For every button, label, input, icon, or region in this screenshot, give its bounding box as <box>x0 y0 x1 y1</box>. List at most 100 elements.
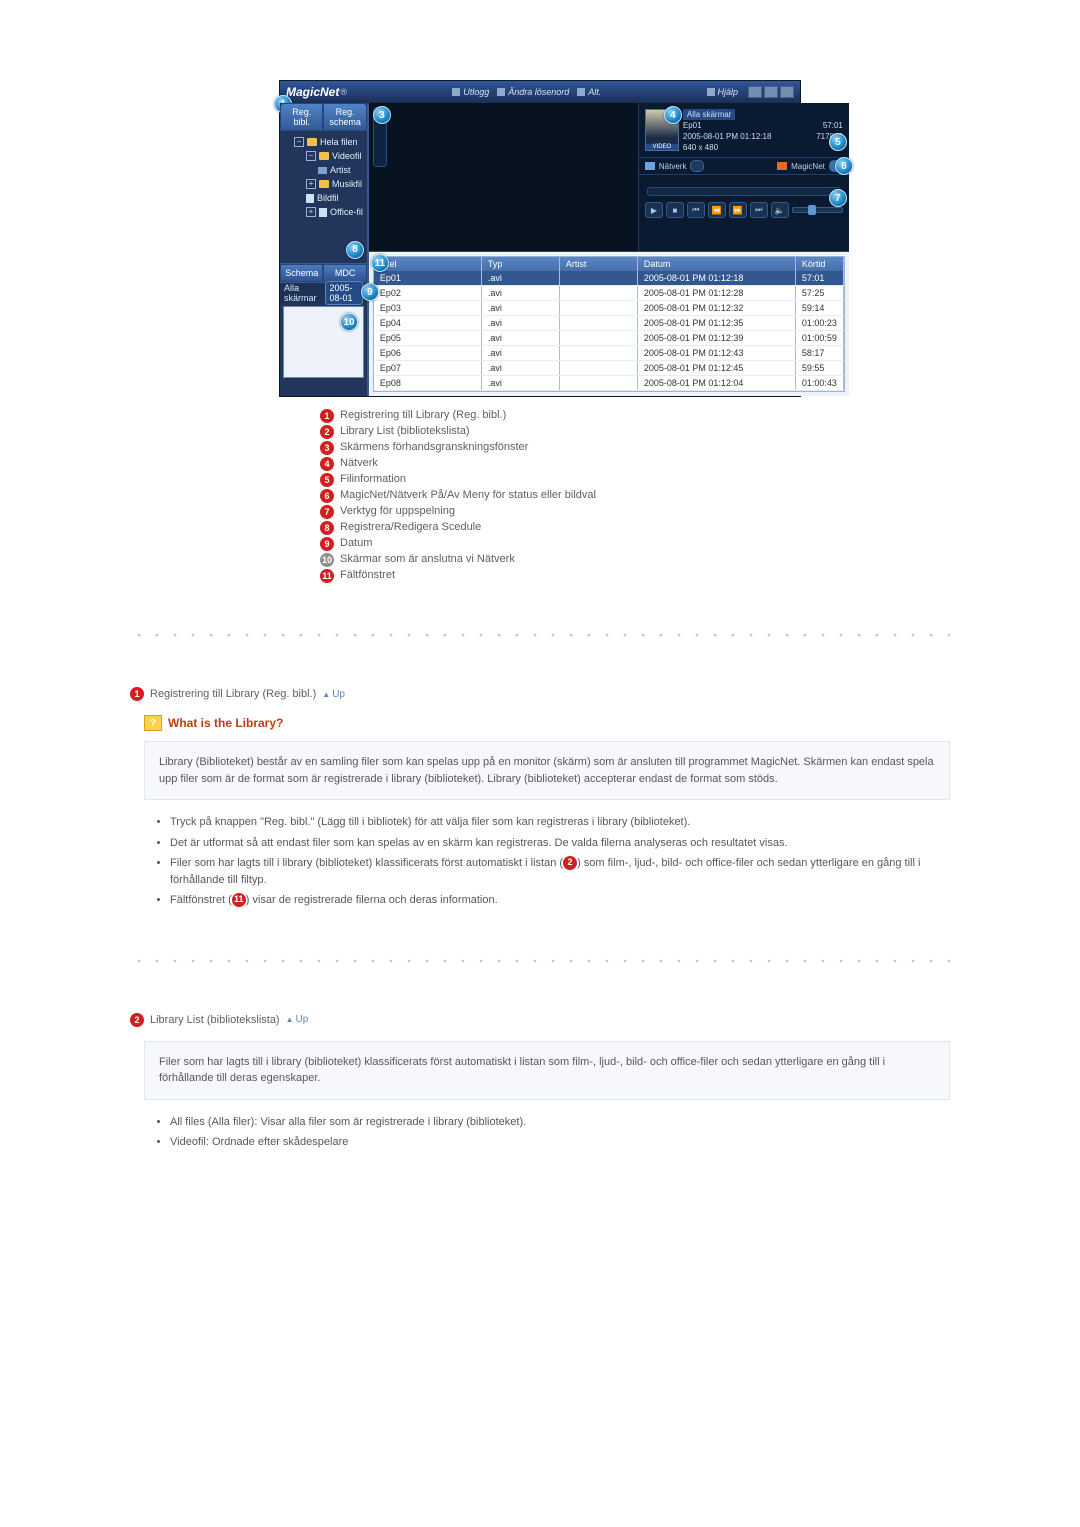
table-row[interactable]: Ep06.avi2005-08-01 PM 01:12:4358:17 <box>374 346 844 361</box>
legend-list: 1Registrering till Library (Reg. bibl.)2… <box>240 409 840 583</box>
all-screens-label: Alla skärmar <box>284 283 317 303</box>
section1-bullets: Tryck på knappen "Reg. bibl." (Lägg till… <box>170 814 950 909</box>
table-row[interactable]: Ep04.avi2005-08-01 PM 01:12:3501:00:23 <box>374 316 844 331</box>
folder-icon <box>319 180 329 188</box>
table-row[interactable]: Ep01.avi2005-08-01 PM 01:12:1857:01 <box>374 271 844 286</box>
network-toggle[interactable] <box>690 160 704 172</box>
detail-duration: 57:01 <box>823 120 843 131</box>
next-track-button[interactable]: ⏭ <box>750 202 768 218</box>
marker-4: 4 <box>664 106 682 124</box>
rewind-button[interactable]: ⏪ <box>708 202 726 218</box>
maximize-icon[interactable] <box>764 86 778 98</box>
network-label: Nätverk <box>659 162 687 171</box>
help-icon <box>707 88 715 96</box>
legend-text: Library List (bibliotekslista) <box>340 425 470 437</box>
alt-button[interactable]: Alt. <box>577 87 601 97</box>
magicnet-label: MagicNet <box>791 162 825 171</box>
stop-button[interactable]: ■ <box>666 202 684 218</box>
close-icon[interactable] <box>780 86 794 98</box>
marker-11: 11 <box>371 254 389 272</box>
table-row[interactable]: Ep05.avi2005-08-01 PM 01:12:3901:00:59 <box>374 331 844 346</box>
table-row[interactable]: Ep07.avi2005-08-01 PM 01:12:4559:55 <box>374 361 844 376</box>
table-row[interactable]: Ep03.avi2005-08-01 PM 01:12:3259:14 <box>374 301 844 316</box>
bullet-item: Videofil: Ordnade efter skådespelare <box>170 1134 950 1151</box>
section-divider <box>130 959 950 963</box>
legend-badge: 5 <box>320 473 334 487</box>
legend-item: 4 Nätverk <box>320 457 840 471</box>
window-controls[interactable] <box>748 86 794 98</box>
schedule-panel[interactable]: 10 <box>283 306 364 378</box>
legend-badge: 9 <box>320 537 334 551</box>
marker-8: 8 <box>346 241 364 259</box>
legend-item: 6 MagicNet/Nätverk På/Av Meny för status … <box>320 489 840 503</box>
bullet-item: All files (Alla filer): Visar alla filer… <box>170 1114 950 1131</box>
monitor-icon <box>645 162 655 170</box>
table-row[interactable]: Ep02.avi2005-08-01 PM 01:12:2857:25 <box>374 286 844 301</box>
legend-item: 9 Datum <box>320 537 840 551</box>
logout-button[interactable]: Utlogg <box>452 87 489 97</box>
volume-button[interactable]: 🔈 <box>771 202 789 218</box>
library-tree[interactable]: −Hela filen −Videofil Artist +Musikfil B… <box>280 131 367 263</box>
section2-infobox: Filer som har lagts till i library (bibl… <box>144 1041 950 1100</box>
tab-reg-bibl[interactable]: Reg. bibl. <box>280 103 323 131</box>
forward-button[interactable]: ⏩ <box>729 202 747 218</box>
tab-reg-schema[interactable]: Reg. schema <box>323 103 366 131</box>
marker-10: 10 <box>340 313 358 331</box>
office-file-icon <box>319 208 327 217</box>
help-button[interactable]: Hjälp <box>707 87 739 97</box>
col-title[interactable]: Titel <box>374 257 482 271</box>
legend-text: Datum <box>340 537 372 549</box>
legend-text: MagicNet/Nätverk På/Av Meny för status e… <box>340 489 596 501</box>
table-header[interactable]: Titel Typ Artist Datum Körtid <box>374 257 844 271</box>
change-password-button[interactable]: Ändra lösenord <box>497 87 569 97</box>
col-date[interactable]: Datum <box>638 257 796 271</box>
legend-text: Nätverk <box>340 457 378 469</box>
badge-1: 1 <box>130 687 144 701</box>
magicnet-icon <box>777 162 787 170</box>
legend-text: Skärmar som är anslutna vi Nätverk <box>340 553 515 565</box>
inline-ref-2: 2 <box>563 856 577 870</box>
prev-track-button[interactable]: ⏮ <box>687 202 705 218</box>
table-body[interactable]: Ep01.avi2005-08-01 PM 01:12:1857:01Ep02.… <box>374 271 844 391</box>
alt-icon <box>577 88 585 96</box>
section1-heading: 1 Registrering till Library (Reg. bibl.)… <box>130 687 950 701</box>
legend-text: Registrering till Library (Reg. bibl.) <box>340 409 506 421</box>
artist-icon <box>318 167 327 174</box>
folder-icon <box>319 152 329 160</box>
titlebar: MagicNet ® Utlogg Ändra lösenord Alt. Hj… <box>280 81 800 103</box>
tree-toggle-icon[interactable]: + <box>306 207 316 217</box>
tree-toggle-icon[interactable]: − <box>294 137 304 147</box>
col-dur[interactable]: Körtid <box>796 257 844 271</box>
legend-badge: 7 <box>320 505 334 519</box>
tree-toggle-icon[interactable]: − <box>306 151 316 161</box>
volume-slider[interactable] <box>792 207 843 213</box>
legend-item: 3Skärmens förhandsgranskningsfönster <box>320 441 840 455</box>
progress-bar[interactable] <box>647 187 841 196</box>
legend-badge: 4 <box>320 457 334 471</box>
bullet-item: Tryck på knappen "Reg. bibl." (Lägg till… <box>170 814 950 831</box>
col-type[interactable]: Typ <box>482 257 560 271</box>
legend-text: Skärmens förhandsgranskningsfönster <box>340 441 528 453</box>
file-table-wrap: 11 Titel Typ Artist Datum Körtid Ep01.av… <box>369 251 849 396</box>
preview-pane: 3 <box>369 103 639 251</box>
tab-mdc[interactable]: MDC <box>323 264 366 282</box>
video-thumbnail[interactable]: 4 <box>645 109 679 151</box>
date-selector[interactable]: 2005-08-01 <box>325 281 363 305</box>
legend-badge: 10 <box>320 553 334 567</box>
table-row[interactable]: Ep08.avi2005-08-01 PM 01:12:0401:00:43 <box>374 376 844 391</box>
section2-heading: 2 Library List (bibliotekslista) Up <box>130 1013 950 1027</box>
col-artist[interactable]: Artist <box>560 257 638 271</box>
section1-infobox: Library (Biblioteket) består av en samli… <box>144 741 950 800</box>
minimize-icon[interactable] <box>748 86 762 98</box>
marker-6: 6 <box>835 157 853 175</box>
up-link[interactable]: Up <box>286 1014 309 1025</box>
tab-schema[interactable]: Schema <box>280 264 323 282</box>
detail-title: Ep01 <box>683 120 702 131</box>
up-link[interactable]: Up <box>322 689 345 700</box>
legend-badge: 6 <box>320 489 334 503</box>
legend-item: 1Registrering till Library (Reg. bibl.) <box>320 409 840 423</box>
key-icon <box>497 88 505 96</box>
tree-toggle-icon[interactable]: + <box>306 179 316 189</box>
legend-item: 10 Skärmar som är anslutna vi Nätverk <box>320 553 840 567</box>
play-button[interactable]: ▶ <box>645 202 663 218</box>
